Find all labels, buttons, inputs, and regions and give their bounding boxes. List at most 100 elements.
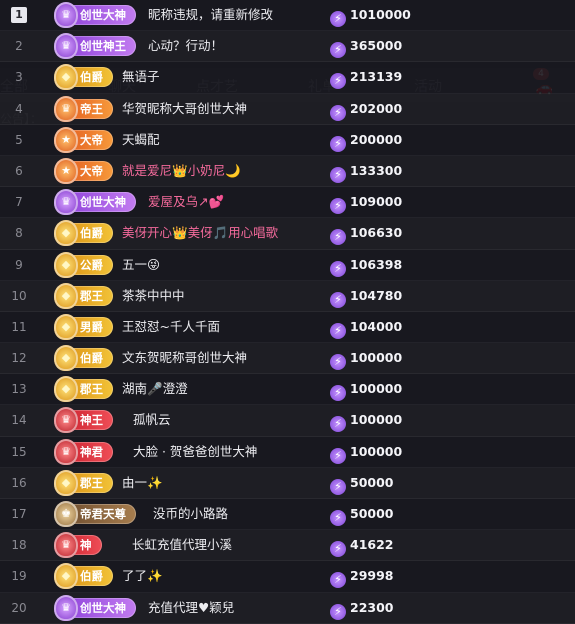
ranking-row[interactable]: 7 ♛ 创世大神 爱屋及乌↗💕 ⚡ 109000	[0, 187, 575, 219]
rank-number: 9	[15, 257, 23, 272]
user-name[interactable]: 长虹充值代理小溪	[132, 530, 232, 560]
user-name[interactable]: 湖南🎤澄澄	[122, 374, 188, 404]
rank-title-badge: ◆ 伯爵	[54, 563, 113, 590]
rank-number: 14	[11, 413, 27, 428]
badge-title: 郡王	[80, 382, 103, 397]
rank-number: 6	[15, 163, 23, 178]
lightning-bolt-icon: ⚡	[330, 541, 346, 558]
score: ⚡ 133300	[330, 161, 402, 183]
badge-emblem-icon: ◆	[54, 64, 78, 91]
rank-number: 5	[15, 132, 23, 147]
badge-title: 创世神王	[80, 39, 126, 54]
rank-title-badge: ◆ 郡王	[54, 282, 113, 309]
rank-title-badge: ◆ 伯爵	[54, 64, 113, 91]
ranking-row[interactable]: 19 ◆ 伯爵 了了✨ ⚡ 29998	[0, 561, 575, 593]
rank-number: 17	[11, 507, 27, 521]
badge-emblem-icon: ★	[54, 157, 78, 184]
rank-title-badge: ◆ 男爵	[54, 313, 113, 340]
ranking-row[interactable]: 6 ★ 大帝 就是爱尼👑小奶尼🌙 ⚡ 133300	[0, 155, 575, 188]
lightning-bolt-icon: ⚡	[330, 11, 346, 27]
user-name[interactable]: 大脸 · 贺爸爸创世大神	[133, 437, 257, 467]
user-name[interactable]: 茶茶中中中	[122, 281, 185, 311]
user-name[interactable]: 华贺昵称大哥创世大神	[122, 94, 247, 124]
badge-title: 伯爵	[80, 569, 103, 584]
ranking-row[interactable]: 16 ◆ 郡王 由一✨ ⚡ 50000	[0, 467, 575, 499]
user-name[interactable]: 充值代理♥颖兒	[148, 593, 234, 623]
ranking-row[interactable]: 11 ◆ 男爵 王怼怼~千人千面 ⚡ 104000	[0, 311, 575, 344]
score: ⚡ 213139	[330, 67, 402, 90]
user-name[interactable]: 昵称违规，请重新修改	[148, 0, 273, 30]
badge-emblem-icon: ♛	[54, 532, 78, 559]
score: ⚡ 1010000	[330, 5, 411, 27]
score: ⚡ 100000	[330, 348, 402, 371]
user-name[interactable]: 没币的小路路	[153, 499, 228, 529]
rank-title-badge: ★ 大帝	[54, 126, 113, 153]
badge-title: 大帝	[80, 163, 103, 178]
rank-title-badge: ♛ 创世大神	[54, 2, 136, 28]
badge-title: 郡王	[80, 288, 103, 303]
user-name[interactable]: 爱屋及乌↗💕	[148, 187, 224, 217]
ranking-row[interactable]: 9 ◆ 公爵 五一😜 ⚡ 106398	[0, 249, 575, 281]
score: ⚡ 100000	[330, 442, 402, 464]
badge-emblem-icon: ♛	[54, 407, 78, 434]
score: ⚡ 104780	[330, 286, 402, 308]
ranking-row[interactable]: 1 ♛ 创世大神 昵称违规，请重新修改 ⚡ 1010000	[0, 0, 575, 32]
lightning-bolt-icon: ⚡	[330, 166, 346, 183]
ranking-row[interactable]: 12 ◆ 伯爵 文东贺昵称哥创世大神 ⚡ 100000	[0, 343, 575, 375]
rank-number: 18	[11, 538, 27, 553]
rank-number: 19	[11, 569, 27, 584]
lightning-bolt-icon: ⚡	[330, 416, 346, 433]
ranking-row[interactable]: 5 ★ 大帝 天蝎配 ⚡ 200000	[0, 124, 575, 156]
lightning-bolt-icon: ⚡	[330, 104, 346, 121]
ranking-row[interactable]: 13 ◆ 郡王 湖南🎤澄澄 ⚡ 100000	[0, 374, 575, 406]
rank-number: 4	[15, 101, 23, 116]
user-name[interactable]: 心动？行动！	[148, 31, 223, 61]
user-name[interactable]: 文东贺昵称哥创世大神	[122, 343, 247, 373]
user-name[interactable]: 就是爱尼👑小奶尼🌙	[122, 156, 241, 186]
ranking-row[interactable]: 8 ◆ 伯爵 美伢开心👑美伢🎵用心唱歌 ⚡ 106630	[0, 218, 575, 250]
rank-title-badge: ◆ 公爵	[54, 251, 113, 278]
user-name[interactable]: 美伢开心👑美伢🎵用心唱歌	[122, 218, 278, 248]
rank-number: 20	[11, 600, 27, 615]
user-name[interactable]: 了了✨	[122, 561, 163, 591]
user-name[interactable]: 由一✨	[122, 468, 163, 498]
user-name[interactable]: 無语子	[122, 62, 160, 92]
badge-emblem-icon: ◆	[54, 251, 78, 278]
ranking-row[interactable]: 3 ◆ 伯爵 無语子 ⚡ 213139	[0, 62, 575, 94]
badge-title: 帝王	[80, 101, 103, 116]
badge-title: 伯爵	[80, 351, 103, 366]
score: ⚡ 41622	[330, 535, 394, 558]
ranking-row[interactable]: 14 ♛ 神王 孤帆云 ⚡ 100000	[0, 405, 575, 437]
badge-emblem-icon: ◆	[54, 220, 78, 247]
badge-emblem-icon: ♛	[54, 189, 78, 216]
ranking-row[interactable]: 17 ♚ 帝君天尊 没币的小路路 ⚡ 50000	[0, 499, 575, 531]
rank-title-badge: ♛ 神	[54, 532, 102, 559]
user-name[interactable]: 五一😜	[122, 250, 160, 280]
lightning-bolt-icon: ⚡	[330, 229, 346, 246]
ranking-row[interactable]: 10 ◆ 郡王 茶茶中中中 ⚡ 104780	[0, 280, 575, 312]
ranking-row[interactable]: 4 ♛ 帝王 华贺昵称大哥创世大神 ⚡ 202000	[0, 93, 575, 125]
badge-emblem-icon: ◆	[54, 563, 78, 590]
user-name[interactable]: 天蝎配	[122, 125, 160, 155]
user-name[interactable]: 王怼怼~千人千面	[122, 312, 220, 342]
badge-emblem-icon: ◆	[54, 345, 78, 372]
badge-title: 公爵	[80, 257, 103, 272]
ranking-row[interactable]: 18 ♛ 神 长虹充值代理小溪 ⚡ 41622	[0, 530, 575, 562]
ranking-row[interactable]: 15 ♛ 神君 大脸 · 贺爸爸创世大神 ⚡ 100000	[0, 436, 575, 468]
score: ⚡ 202000	[330, 99, 402, 121]
lightning-bolt-icon: ⚡	[330, 354, 346, 371]
lightning-bolt-icon: ⚡	[330, 198, 346, 215]
user-name[interactable]: 孤帆云	[133, 405, 171, 435]
rank-number: 13	[11, 382, 27, 397]
lightning-bolt-icon: ⚡	[330, 510, 346, 526]
badge-emblem-icon: ♛	[54, 438, 78, 465]
rank-title-badge: ◆ 伯爵	[54, 220, 113, 247]
ranking-row[interactable]: 20 ♛ 创世大神 充值代理♥颖兒 ⚡ 22300	[0, 592, 575, 624]
ranking-row[interactable]: 2 ♛ 创世神王 心动？行动！ ⚡ 365000	[0, 31, 575, 63]
rank-number: 8	[15, 226, 23, 241]
lightning-bolt-icon: ⚡	[330, 478, 346, 495]
score: ⚡ 106398	[330, 255, 402, 277]
rank-number: 7	[15, 195, 23, 210]
rank-number: 11	[11, 319, 27, 334]
badge-emblem-icon: ♛	[54, 2, 78, 28]
